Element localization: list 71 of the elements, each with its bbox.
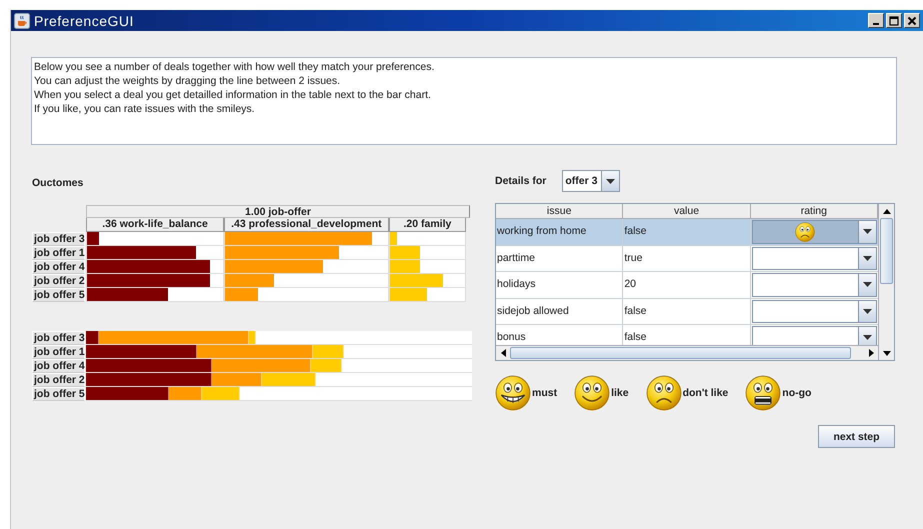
offer-label[interactable]: job offer 5: [32, 387, 85, 401]
table-cell: parttime: [496, 246, 624, 271]
scroll-down-icon[interactable]: [882, 350, 891, 356]
caret-icon: [606, 178, 616, 184]
offer-label[interactable]: job offer 4: [32, 359, 85, 373]
scroll-right-icon[interactable]: [868, 349, 874, 357]
table-row[interactable]: parttime true: [496, 246, 878, 272]
caret-icon: [863, 256, 872, 261]
offer-label[interactable]: job offer 2: [32, 373, 85, 387]
column-header[interactable]: rating: [750, 204, 878, 219]
minimize-button[interactable]: [868, 13, 884, 28]
frowning-smiley-icon[interactable]: [646, 375, 682, 411]
close-button[interactable]: [904, 13, 920, 28]
table-cell: holidays: [496, 272, 624, 298]
smiley-icon[interactable]: [574, 375, 610, 411]
rating-dropdown[interactable]: [752, 300, 878, 323]
table-row[interactable]: sidejob allowed false: [496, 298, 878, 325]
close-icon: [907, 16, 917, 26]
grinning-smiley-icon[interactable]: [495, 375, 531, 411]
caret-icon: [863, 229, 872, 234]
maximize-button[interactable]: [886, 13, 902, 28]
caret-icon: [863, 308, 872, 314]
weight-header[interactable]: .43 professional_development: [224, 218, 389, 232]
table-cell: sidejob allowed: [496, 298, 624, 324]
instruction-text: If you like, you can rate issues with the smileys.: [34, 102, 256, 116]
weight-header[interactable]: .36 work-life_balance: [86, 218, 224, 232]
offer-label[interactable]: job offer 4: [32, 260, 85, 274]
offer-label[interactable]: job offer 5: [32, 288, 85, 302]
grimacing-smiley-icon[interactable]: [745, 375, 782, 411]
maximize-icon: [889, 16, 899, 26]
scroll-up-icon[interactable]: [882, 208, 891, 214]
table-row[interactable]: bonus false: [496, 325, 878, 345]
offer-dropdown[interactable]: offer 3: [562, 170, 620, 192]
legend-label: like: [611, 387, 629, 399]
table-row[interactable]: working from home false: [496, 219, 878, 246]
column-header[interactable]: issue: [496, 204, 624, 219]
vertical-scrollbar[interactable]: [878, 204, 894, 360]
instruction-text: When you select a deal you get detailled information in the table next to the bar chart.: [34, 88, 432, 102]
table-cell: false: [623, 219, 751, 244]
table-cell: false: [623, 298, 751, 324]
column-header[interactable]: value: [623, 204, 751, 219]
window-title: PreferenceGUI: [34, 12, 134, 28]
weight-header[interactable]: .20 family: [388, 218, 466, 232]
offer-label[interactable]: job offer 2: [32, 274, 85, 288]
table-cell: true: [623, 246, 751, 271]
offer-label[interactable]: job offer 3: [32, 331, 85, 345]
scroll-left-icon[interactable]: [500, 349, 506, 357]
instruction-text: Below you see a number of deals together with how well they match your preferences.: [34, 60, 436, 74]
offer-label[interactable]: job offer 1: [32, 246, 85, 260]
offer-label[interactable]: job offer 1: [32, 345, 85, 359]
tree-root-header[interactable]: 1.00 job-offer: [86, 205, 470, 218]
table-row[interactable]: holidays 20: [496, 272, 878, 298]
legend-label: don't like: [682, 387, 728, 399]
caret-icon: [863, 282, 872, 288]
next-step-button[interactable]: next step: [818, 425, 895, 448]
legend-label: must: [532, 387, 558, 399]
instruction-text: You can adjust the weights by dragging the line between 2 issues.: [34, 74, 342, 88]
rating-dropdown[interactable]: [752, 220, 878, 244]
horizontal-scrollbar[interactable]: [496, 345, 878, 360]
instructions-text-area[interactable]: [31, 57, 897, 145]
details-label: Details for: [495, 175, 546, 187]
rating-dropdown[interactable]: [752, 273, 878, 296]
offer-label[interactable]: job offer 3: [32, 232, 85, 246]
table-cell: working from home: [496, 219, 624, 244]
rating-dropdown[interactable]: [752, 246, 878, 270]
legend-label: no-go: [782, 387, 812, 399]
caret-icon: [863, 335, 872, 340]
minimize-icon: [873, 23, 879, 25]
table-cell: 20: [623, 272, 751, 298]
coffee-cup-icon: [14, 12, 30, 28]
section-title: Ouctomes: [32, 176, 84, 190]
